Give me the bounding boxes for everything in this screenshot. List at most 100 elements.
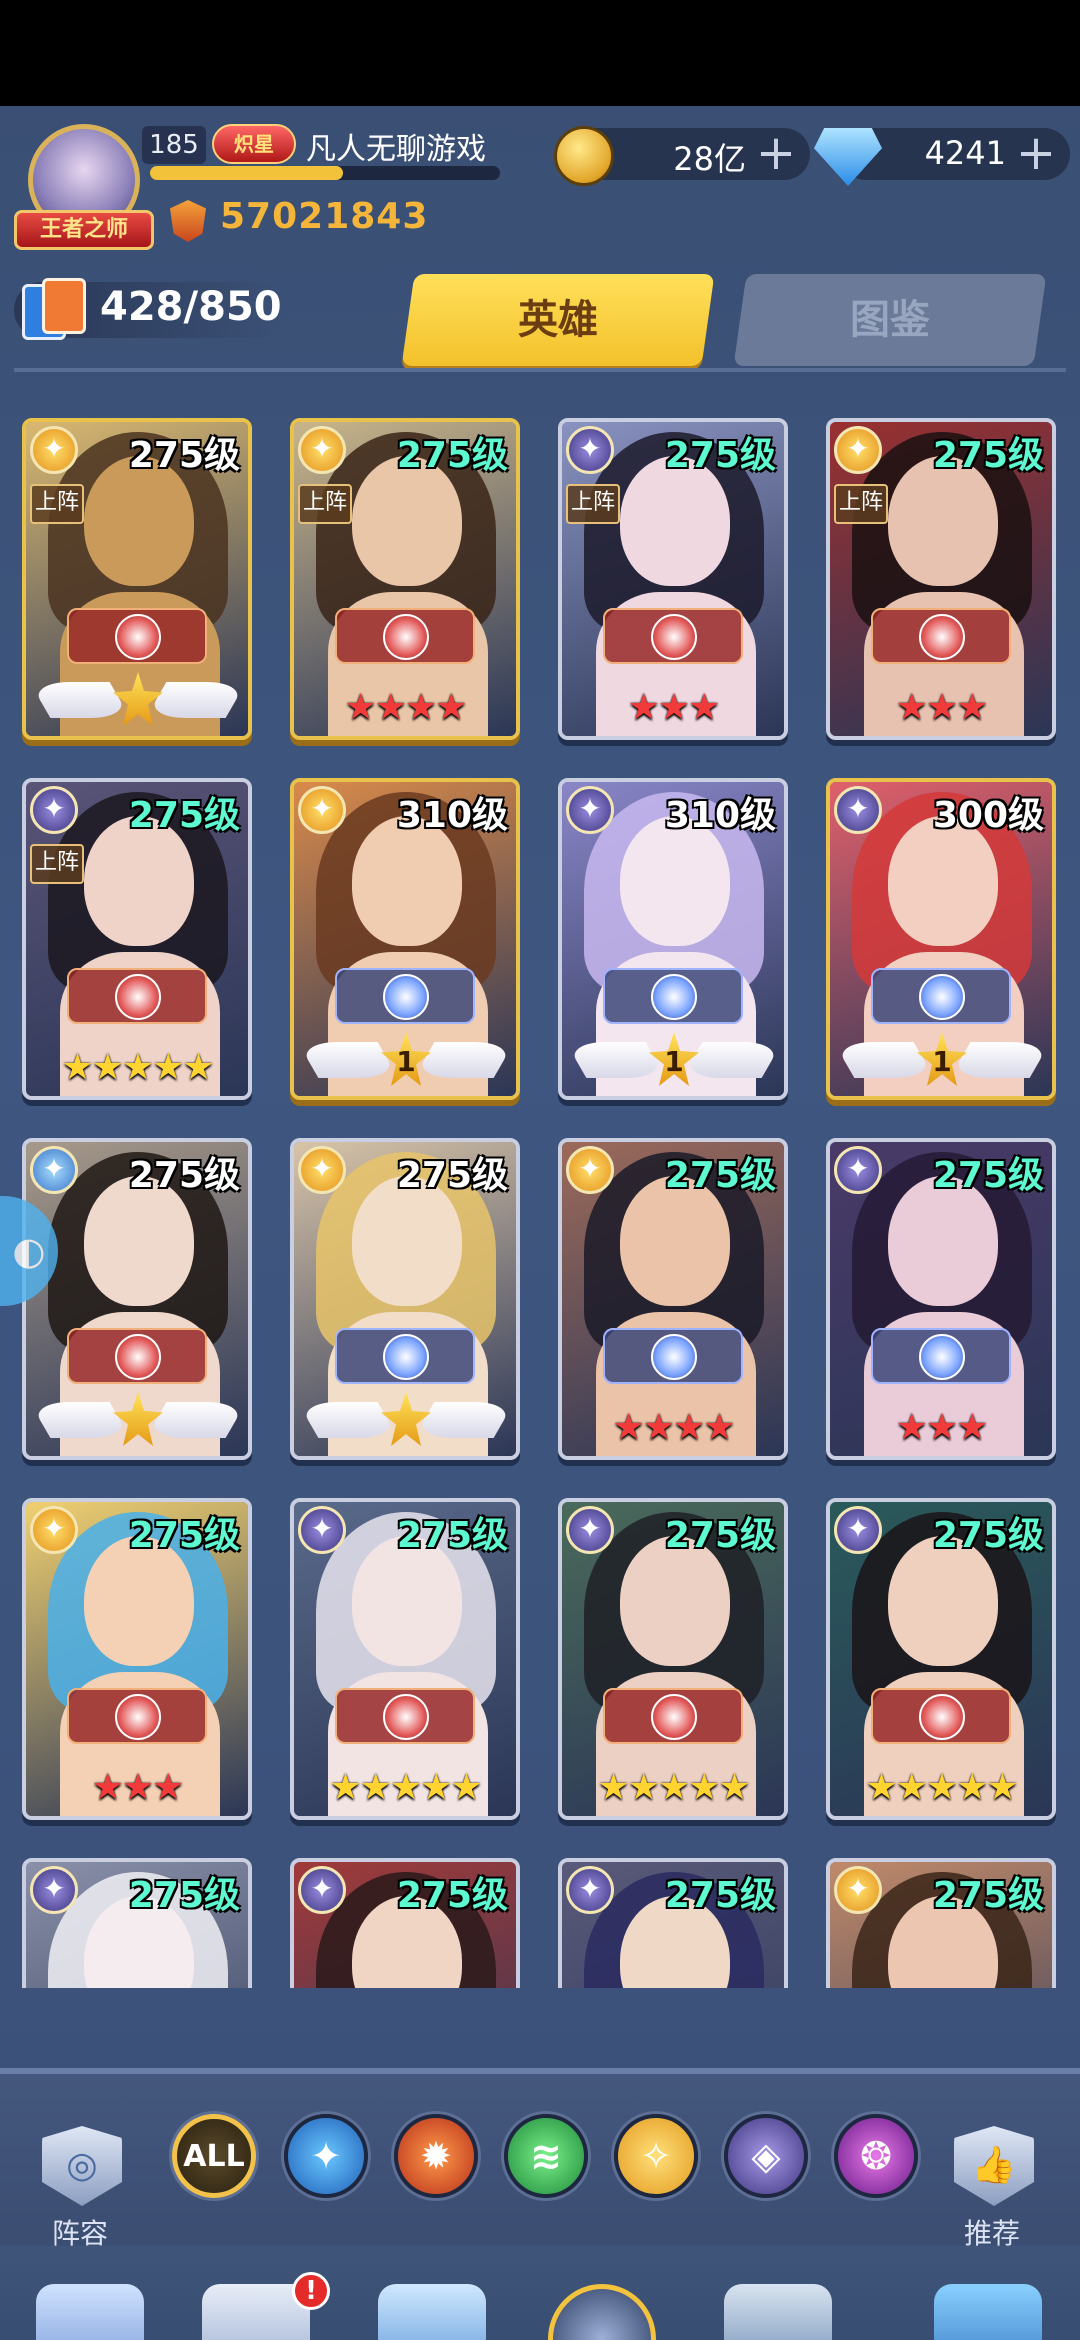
sun-element-icon: ✦ bbox=[834, 426, 882, 474]
hero-card[interactable]: ✦ 275级 bbox=[22, 1138, 252, 1460]
hero-collection-count: 428/850 bbox=[100, 284, 282, 330]
hero-level: 275级 bbox=[396, 1515, 508, 1556]
dark-element-icon: ✦ bbox=[566, 426, 614, 474]
exp-bar-fill bbox=[150, 166, 343, 180]
faction-emblem-icon bbox=[67, 1328, 207, 1384]
filter-fire-icon[interactable]: ✹ bbox=[394, 2114, 478, 2198]
faction-emblem-icon bbox=[335, 608, 475, 664]
hero-card[interactable]: ✦ 275级 上阵 bbox=[22, 418, 252, 740]
faction-emblem-icon bbox=[871, 1688, 1011, 1744]
star-rating: ★★★★ bbox=[612, 1407, 735, 1448]
castle-icon bbox=[36, 2284, 144, 2340]
star-rating: ★★★ bbox=[895, 1407, 989, 1448]
shop-icon bbox=[934, 2284, 1042, 2340]
faction-emblem-icon bbox=[871, 1328, 1011, 1384]
hero-level: 275级 bbox=[664, 1875, 776, 1916]
hero-card[interactable]: ✦ 275级 ★★★ bbox=[22, 1498, 252, 1820]
hero-level: 275级 bbox=[128, 1515, 240, 1556]
hero-level: 310级 bbox=[664, 795, 776, 836]
filter-wind-icon[interactable]: ≋ bbox=[504, 2114, 588, 2198]
sun-element-icon: ✦ bbox=[298, 426, 346, 474]
sun-element-icon: ✦ bbox=[566, 1146, 614, 1194]
hero-card[interactable]: ✦ 275级 bbox=[826, 1858, 1056, 1988]
hero-level: 275级 bbox=[664, 435, 776, 476]
faction-emblem-icon bbox=[603, 1328, 743, 1384]
sun-element-icon: ✦ bbox=[30, 426, 78, 474]
tab-gallery[interactable]: 图鉴 bbox=[733, 274, 1047, 366]
hero-card[interactable]: ✦ 275级 bbox=[558, 1858, 788, 1988]
dark-element-icon: ✦ bbox=[30, 1866, 78, 1914]
hero-card[interactable]: ✦ 275级 上阵 ★★★ bbox=[558, 418, 788, 740]
nav-heroes[interactable]: 英雄 bbox=[532, 2284, 672, 2340]
sun-element-icon: ✦ bbox=[834, 1866, 882, 1914]
exp-bar bbox=[150, 166, 500, 180]
hero-card[interactable]: ✦ 275级 上阵 ★★★★★ bbox=[22, 778, 252, 1100]
hero-card[interactable]: ✦ 275级 上阵 ★★★★ bbox=[290, 418, 520, 740]
combat-power: 57021843 bbox=[220, 196, 429, 237]
hero-card[interactable]: ✦ 275级上阵 ★★★ bbox=[826, 418, 1056, 740]
add-gems-button[interactable]: + bbox=[1012, 128, 1060, 180]
tab-gallery-label: 图鉴 bbox=[850, 297, 930, 343]
tab-heroes[interactable]: 英雄 bbox=[401, 274, 715, 366]
gold-coin-icon bbox=[554, 126, 614, 186]
hero-card[interactable]: ✦ 275级 ★★★★★ bbox=[290, 1498, 520, 1820]
hero-level: 275级 bbox=[396, 1155, 508, 1196]
player-level: 185 bbox=[142, 126, 206, 164]
dark-element-icon: ✦ bbox=[30, 786, 78, 834]
on-team-tag: 上阵 bbox=[30, 844, 84, 884]
dark-element-icon: ✦ bbox=[566, 1866, 614, 1914]
hero-level: 275级 bbox=[932, 1155, 1044, 1196]
player-name: 凡人无聊游戏 bbox=[306, 132, 486, 167]
hero-card[interactable]: ✦ 275级 ★★★★★ bbox=[558, 1498, 788, 1820]
on-team-tag: 上阵 bbox=[834, 484, 888, 524]
filter-arcane-icon[interactable]: ❂ bbox=[834, 2114, 918, 2198]
star-rating: ★★★★★ bbox=[329, 1767, 482, 1808]
star-rating: ★★★★★ bbox=[865, 1767, 1018, 1808]
on-team-tag: 上阵 bbox=[298, 484, 352, 524]
hero-card[interactable]: ✦ 275级 bbox=[290, 1858, 520, 1988]
faction-emblem-icon bbox=[603, 968, 743, 1024]
hero-level: 275级 bbox=[128, 1155, 240, 1196]
nav-adventure[interactable]: 冒险 bbox=[362, 2284, 502, 2340]
filter-dark-icon[interactable]: ◈ bbox=[724, 2114, 808, 2198]
hero-card[interactable]: ✦ 310级 1 bbox=[290, 778, 520, 1100]
faction-emblem-icon bbox=[603, 608, 743, 664]
hero-card[interactable]: ✦ 310级 1 bbox=[558, 778, 788, 1100]
awaken-wings-icon: 1 bbox=[833, 1032, 1051, 1088]
sun-element-icon: ✦ bbox=[298, 786, 346, 834]
hero-level: 300级 bbox=[932, 795, 1044, 836]
sun-element-icon: ✦ bbox=[30, 1506, 78, 1554]
awaken-wings-icon bbox=[297, 1392, 515, 1448]
power-icon bbox=[170, 200, 206, 242]
star-rating: ★★★ bbox=[895, 687, 989, 728]
guild-banner-icon bbox=[724, 2284, 832, 2340]
add-gold-button[interactable]: + bbox=[752, 128, 800, 180]
dark-element-icon: ✦ bbox=[298, 1506, 346, 1554]
sun-element-icon: ✦ bbox=[298, 1146, 346, 1194]
star-rating: ★★★ bbox=[627, 687, 721, 728]
star-rating: ★★★★ bbox=[344, 687, 467, 728]
hero-card[interactable]: ✦ 275级 ★★★★ bbox=[558, 1138, 788, 1460]
nav-guild[interactable]: 公会 bbox=[708, 2284, 848, 2340]
player-avatar[interactable]: 王者之师 bbox=[14, 124, 154, 254]
hero-card[interactable]: ✦ 275级 bbox=[22, 1858, 252, 1988]
hero-card[interactable]: ✦ 275级 bbox=[290, 1138, 520, 1460]
dark-element-icon: ✦ bbox=[834, 786, 882, 834]
nav-shop[interactable]: 商店 bbox=[918, 2284, 1058, 2340]
hero-level: 275级 bbox=[128, 1875, 240, 1916]
hero-level: 275级 bbox=[932, 1875, 1044, 1916]
hero-card[interactable]: ✦ 300级 1 bbox=[826, 778, 1056, 1100]
nav-city[interactable]: 主城 bbox=[20, 2284, 160, 2340]
faction-emblem-icon bbox=[67, 1688, 207, 1744]
hero-card[interactable]: ✦ 275级 ★★★ bbox=[826, 1138, 1056, 1460]
faction-emblem-icon bbox=[871, 968, 1011, 1024]
hero-card[interactable]: ✦ 275级 ★★★★★ bbox=[826, 1498, 1056, 1820]
filter-all-button[interactable]: ALL bbox=[172, 2114, 256, 2198]
star-rating: ★★★★★ bbox=[61, 1047, 214, 1088]
faction-emblem-icon bbox=[335, 1688, 475, 1744]
hero-level: 275级 bbox=[932, 435, 1044, 476]
faction-emblem-icon bbox=[335, 968, 475, 1024]
status-bar bbox=[0, 0, 1080, 106]
filter-light-icon[interactable]: ✧ bbox=[614, 2114, 698, 2198]
filter-water-icon[interactable]: ✦ bbox=[284, 2114, 368, 2198]
